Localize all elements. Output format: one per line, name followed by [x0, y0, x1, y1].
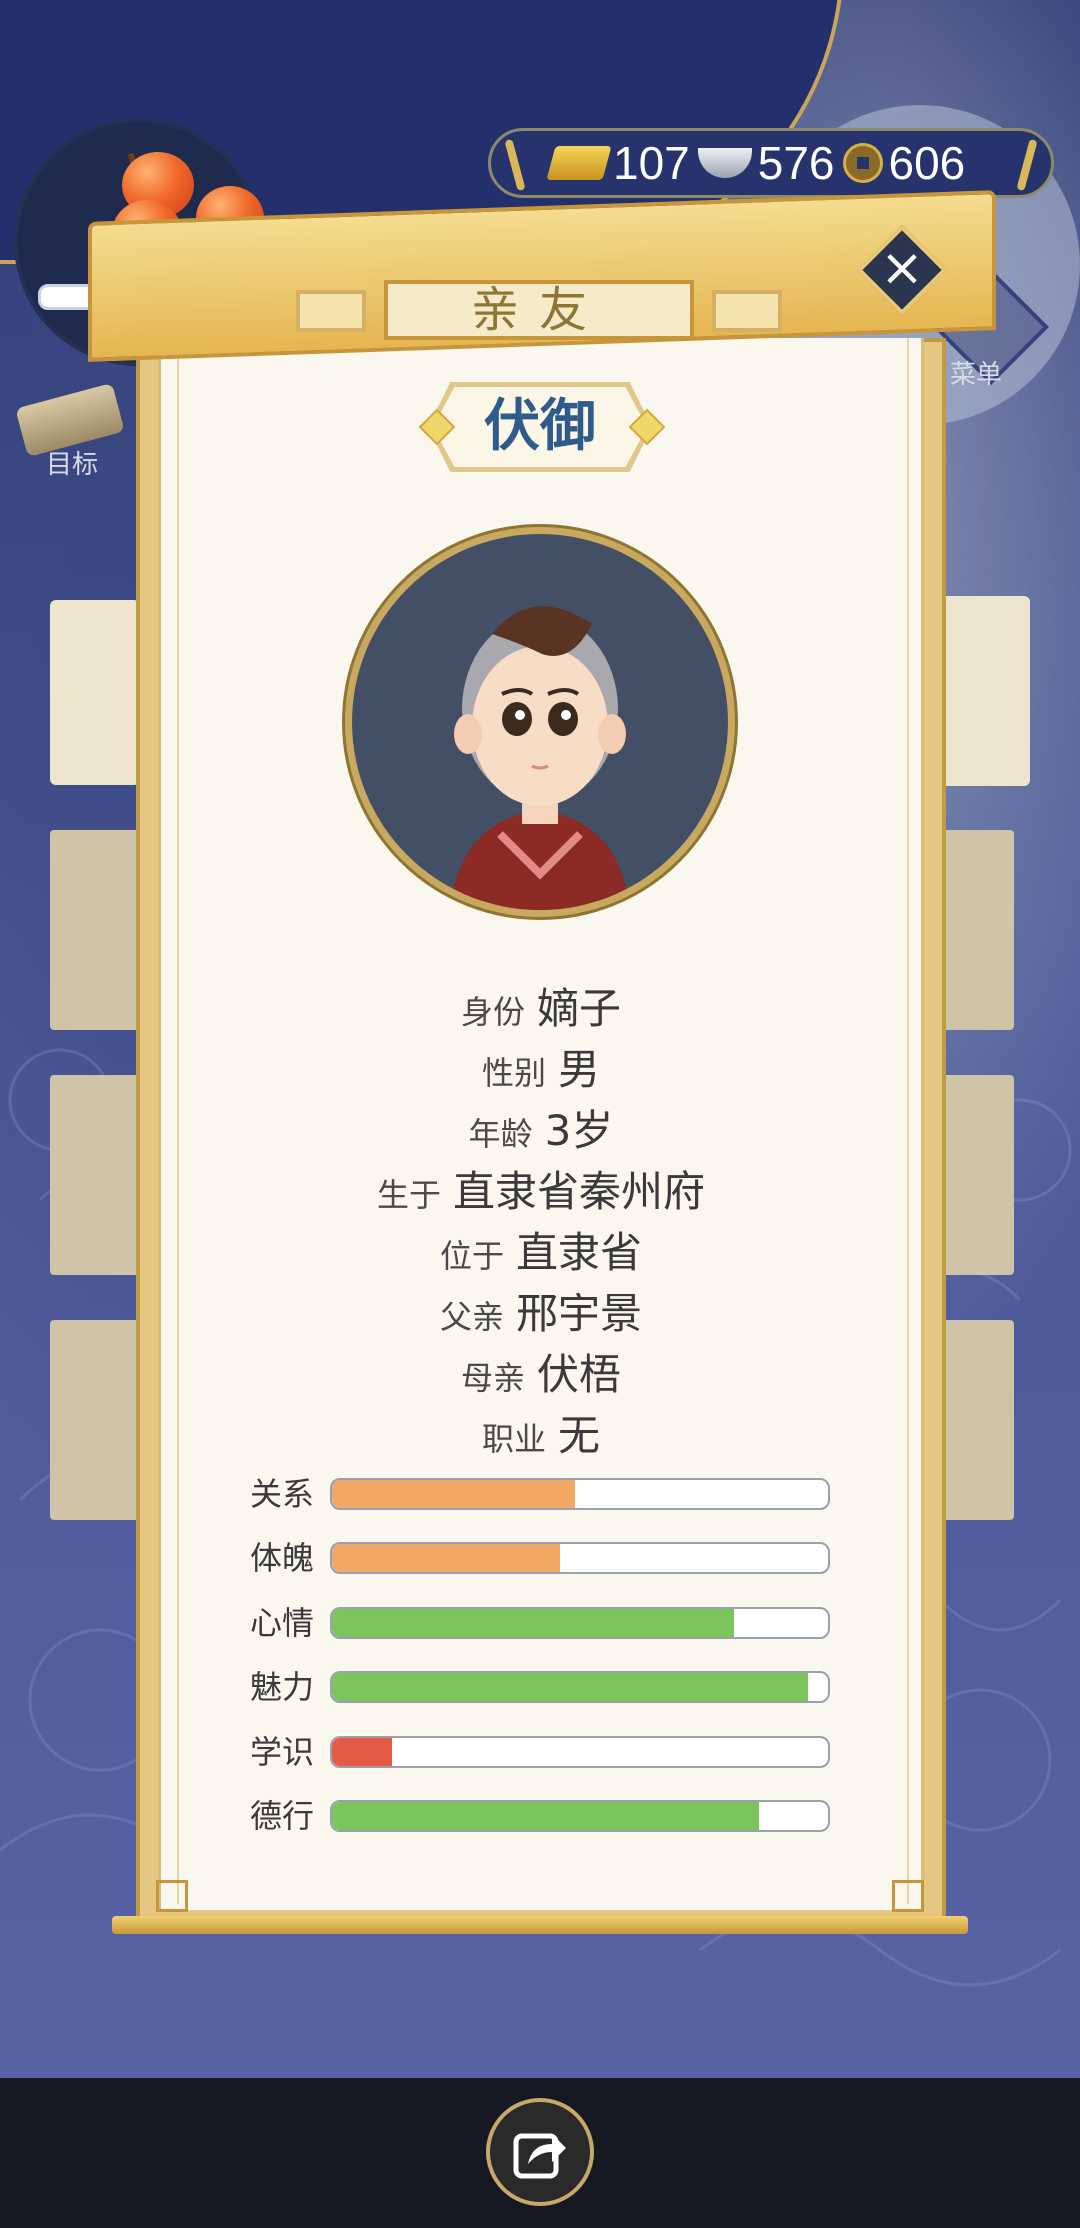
info-label: 生于: [376, 1176, 441, 1214]
child-character-icon: [450, 606, 630, 910]
stat-row-knowledge: 学识: [250, 1732, 830, 1796]
goal-label[interactable]: 目标: [46, 444, 98, 481]
info-row-gender: 性别男: [158, 1036, 924, 1097]
stat-fill: [332, 1673, 809, 1702]
stat-fill: [332, 1480, 576, 1508]
gold-currency: 107: [546, 136, 690, 190]
info-value: 直隶省: [516, 1228, 643, 1277]
share-icon: [513, 2133, 566, 2179]
stat-row-charm: 魅力: [250, 1667, 830, 1731]
character-info: 身份 嫡子 性别男 年龄 3岁 生于 直隶省秦州府 位于 直隶省 父亲 邢宇景 母亲 伏梧 …: [158, 975, 924, 1463]
info-label: 身份: [460, 993, 525, 1031]
stat-bar: [330, 1478, 830, 1510]
info-value: 直隶省秦州府: [453, 1167, 706, 1216]
stat-row-relationship: 关系: [250, 1474, 830, 1538]
stat-label: 关系: [250, 1475, 315, 1513]
menu-label[interactable]: 菜单: [950, 354, 1002, 391]
gold-amount: 107: [613, 137, 690, 189]
stat-label: 心情: [250, 1603, 315, 1642]
info-row-father: 父亲 邢宇景: [158, 1280, 924, 1341]
share-button[interactable]: [486, 2098, 594, 2206]
info-value: 3岁: [544, 1106, 614, 1155]
stat-row-mood: 心情: [250, 1603, 830, 1667]
info-value: 男: [558, 1045, 601, 1094]
info-label: 位于: [439, 1237, 504, 1275]
info-row-mother: 母亲 伏梧: [158, 1341, 924, 1402]
silver-amount: 576: [757, 137, 835, 189]
info-row-birthplace: 生于 直隶省秦州府: [158, 1158, 924, 1219]
info-label: 母亲: [460, 1359, 525, 1397]
tab-side-decoration: [296, 290, 366, 332]
info-value: 伏梧: [537, 1350, 622, 1399]
stat-label: 学识: [250, 1732, 315, 1771]
info-label: 年龄: [468, 1115, 533, 1153]
attribute-stats: 关系 体魄 心情 魅力 学识 德行: [250, 1474, 830, 1860]
background-card: [50, 830, 140, 1030]
stat-fill: [332, 1801, 759, 1830]
bamboo-decoration-icon: [504, 138, 526, 192]
gold-ingot-icon: [546, 146, 612, 180]
info-label: 职业: [481, 1420, 546, 1458]
stat-label: 德行: [250, 1796, 315, 1835]
corner-ornament: [156, 1880, 188, 1912]
coin-amount: 606: [888, 137, 966, 189]
tab-side-decoration: [712, 290, 782, 332]
currency-bar: 107 576 606: [488, 128, 1054, 198]
stat-bar: [330, 1606, 830, 1639]
background-card: [50, 1075, 140, 1275]
info-value: 嫡子: [537, 984, 622, 1033]
stat-bar: [330, 1671, 830, 1704]
stat-bar: [330, 1542, 830, 1575]
info-row-age: 年龄 3岁: [158, 1097, 924, 1158]
character-name: 伏御: [433, 387, 647, 467]
info-row-location: 位于 直隶省: [158, 1219, 924, 1280]
stat-fill: [332, 1544, 561, 1573]
bamboo-decoration-icon: [1016, 138, 1038, 192]
stat-row-virtue: 德行: [250, 1796, 830, 1860]
scroll-panel-rod: [112, 1916, 968, 1934]
background-card: [50, 1320, 140, 1520]
info-label: 父亲: [439, 1298, 504, 1336]
info-value: 邢宇景: [516, 1289, 643, 1338]
stat-bar: [330, 1799, 830, 1832]
close-icon: ×: [880, 238, 924, 298]
coin-currency: 606: [842, 136, 966, 190]
stat-label: 体魄: [250, 1539, 315, 1578]
background-card-column: [50, 600, 140, 1600]
info-row-occupation: 职业无: [158, 1402, 924, 1463]
corner-ornament: [892, 1880, 924, 1912]
stat-fill: [332, 1608, 734, 1637]
stat-label: 魅力: [250, 1668, 315, 1707]
silver-currency: 576: [697, 136, 835, 190]
silver-ingot-icon: [697, 148, 752, 178]
stat-fill: [332, 1737, 392, 1766]
copper-coin-icon: [842, 143, 883, 183]
info-value: 无: [558, 1411, 601, 1460]
character-portrait: [352, 534, 728, 910]
stat-bar: [330, 1735, 830, 1768]
info-label: 性别: [481, 1054, 546, 1092]
tab-relatives[interactable]: 亲友: [384, 280, 694, 340]
stat-row-physique: 体魄: [250, 1538, 830, 1602]
info-row-identity: 身份 嫡子: [158, 975, 924, 1036]
